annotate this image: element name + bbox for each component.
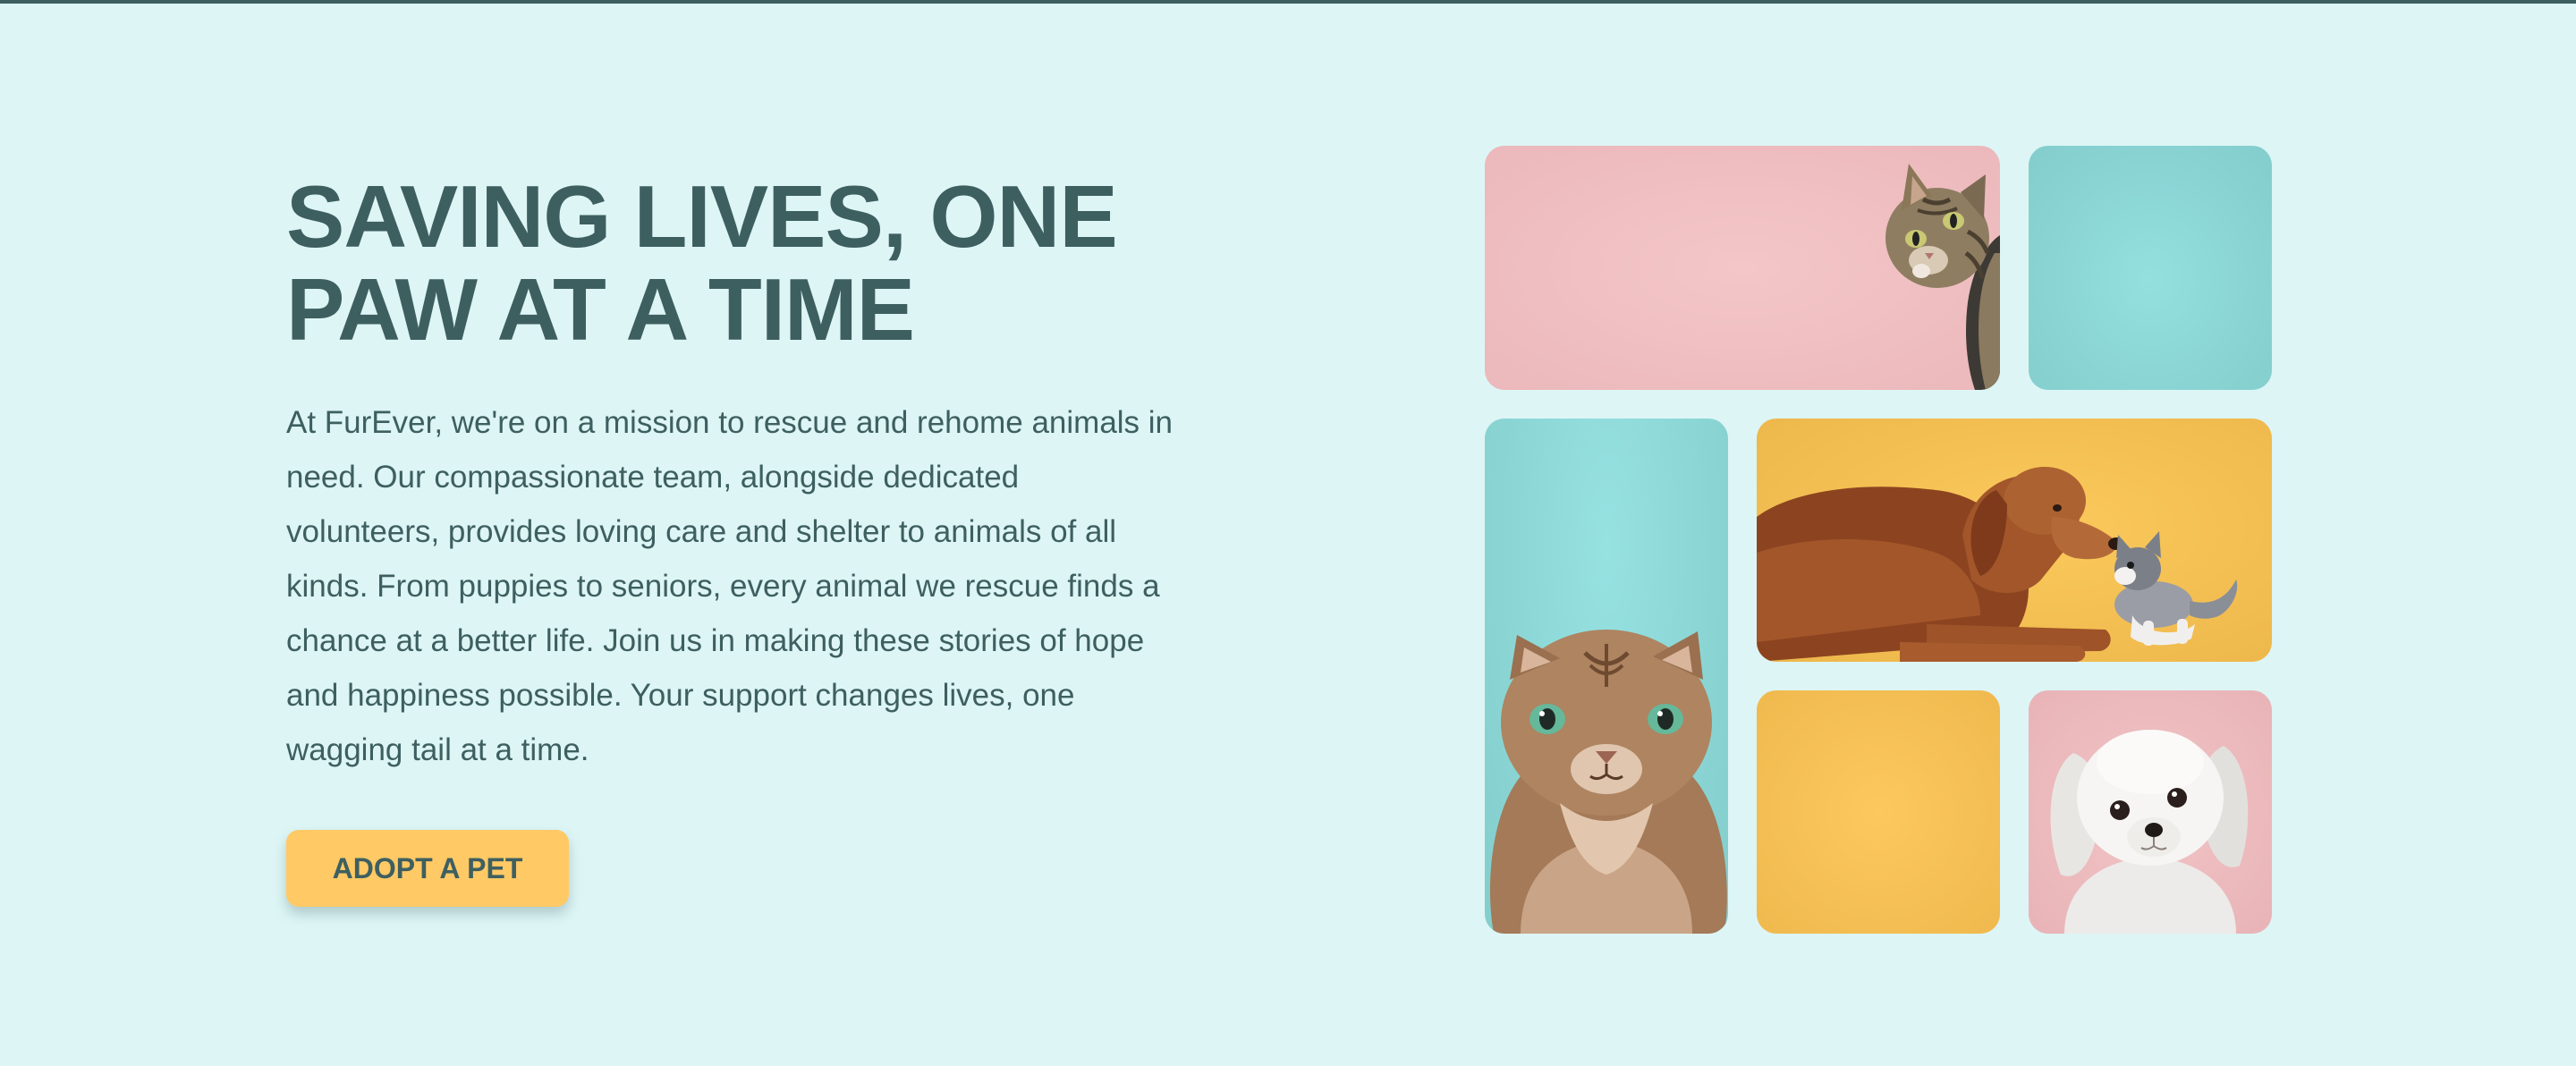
white-puppy-icon bbox=[2050, 730, 2249, 934]
hero-title-line-1: SAVING LIVES, ONE bbox=[286, 167, 1118, 266]
peeking-tabby-cat-icon bbox=[1885, 164, 2000, 390]
gallery-tile-fluffy-cat bbox=[1485, 419, 1728, 934]
gallery-tile-dog-and-kitten bbox=[1757, 419, 2272, 662]
hero-title-line-2: PAW AT A TIME bbox=[286, 260, 915, 359]
gallery-tile-yellow bbox=[1757, 690, 2000, 934]
hero-title: SAVING LIVES, ONE PAW AT A TIME bbox=[286, 170, 1181, 356]
gallery-tile-teal bbox=[2029, 146, 2272, 390]
fluffy-tabby-cat-icon bbox=[1489, 630, 1727, 934]
adopt-a-pet-button[interactable]: ADOPT A PET bbox=[286, 830, 569, 907]
gallery-tile-white-puppy bbox=[2029, 690, 2272, 934]
hero-section: SAVING LIVES, ONE PAW AT A TIME At FurEv… bbox=[286, 170, 1181, 777]
top-border bbox=[0, 0, 2576, 4]
hero-description: At FurEver, we're on a mission to rescue… bbox=[286, 405, 1174, 767]
golden-retriever-and-kitten-icon bbox=[1757, 467, 2238, 662]
gallery-tile-peeking-cat bbox=[1485, 146, 2000, 390]
